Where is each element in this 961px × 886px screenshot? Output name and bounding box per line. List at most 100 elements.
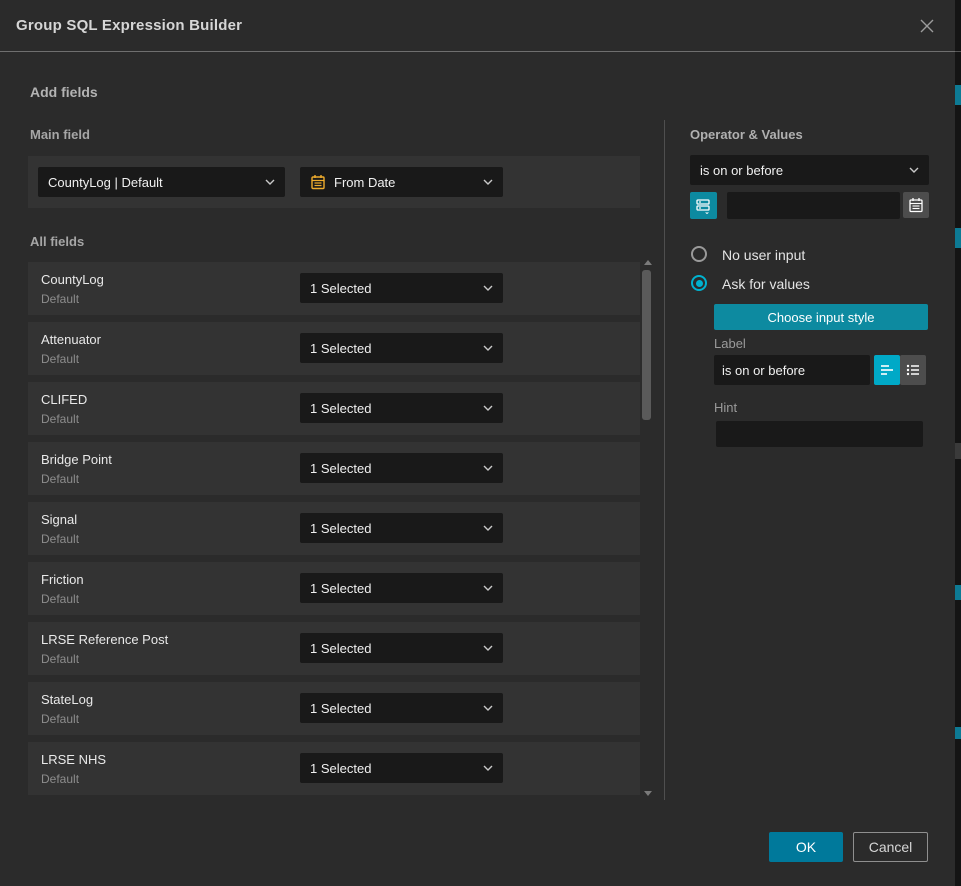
field-source: Default: [41, 472, 79, 486]
dialog-title: Group SQL Expression Builder: [16, 17, 242, 34]
field-source: Default: [41, 532, 79, 546]
background-app-edge: [955, 0, 961, 886]
label-input[interactable]: [714, 355, 870, 385]
field-source: Default: [41, 412, 79, 426]
close-icon: [919, 18, 935, 34]
operator-values-heading: Operator & Values: [690, 127, 803, 142]
main-field-layer-select[interactable]: CountyLog | Default: [38, 167, 285, 197]
cancel-button[interactable]: Cancel: [853, 832, 928, 862]
chevron-down-icon: [483, 765, 493, 771]
scrollbar-thumb[interactable]: [642, 270, 651, 420]
operator-select-value: is on or before: [700, 163, 909, 178]
chevron-down-icon: [483, 705, 493, 711]
field-name: Attenuator: [41, 332, 101, 347]
field-row: LRSE NHS Default 1 Selected: [28, 742, 640, 795]
scrollbar-down-arrow[interactable]: [644, 791, 652, 796]
field-source: Default: [41, 712, 79, 726]
field-source: Default: [41, 772, 79, 786]
main-field-field-select-value: From Date: [334, 175, 483, 190]
chevron-down-icon: [483, 525, 493, 531]
field-row: CLIFED Default 1 Selected: [28, 382, 640, 435]
value-source-button[interactable]: [690, 192, 717, 219]
field-selected-value: 1 Selected: [310, 281, 483, 296]
field-selected-value: 1 Selected: [310, 461, 483, 476]
all-fields-list: CountyLog Default 1 Selected Attenuator …: [28, 262, 640, 802]
chevron-down-icon: [483, 179, 493, 185]
chevron-down-icon: [483, 285, 493, 291]
chevron-down-icon: [265, 179, 275, 185]
field-name: LRSE NHS: [41, 752, 106, 767]
field-selected-value: 1 Selected: [310, 581, 483, 596]
field-selected-dropdown[interactable]: 1 Selected: [300, 573, 503, 603]
field-name: CountyLog: [41, 272, 104, 287]
field-row: LRSE Reference Post Default 1 Selected: [28, 622, 640, 675]
field-selected-value: 1 Selected: [310, 401, 483, 416]
chevron-down-icon: [483, 345, 493, 351]
all-fields-heading: All fields: [30, 234, 84, 249]
field-selected-dropdown[interactable]: 1 Selected: [300, 453, 503, 483]
align-left-icon: [879, 362, 895, 378]
field-row: Bridge Point Default 1 Selected: [28, 442, 640, 495]
field-name: LRSE Reference Post: [41, 632, 168, 647]
main-field-field-select[interactable]: From Date: [300, 167, 503, 197]
field-source: Default: [41, 652, 79, 666]
panel-divider: [664, 120, 665, 800]
field-selected-value: 1 Selected: [310, 341, 483, 356]
calendar-icon: [908, 197, 924, 213]
no-user-input-label[interactable]: No user input: [722, 247, 805, 263]
field-source: Default: [41, 352, 79, 366]
field-name: Bridge Point: [41, 452, 112, 467]
close-button[interactable]: [915, 14, 939, 38]
field-name: Signal: [41, 512, 77, 527]
field-row: Friction Default 1 Selected: [28, 562, 640, 615]
field-row: CountyLog Default 1 Selected: [28, 262, 640, 315]
field-selected-dropdown[interactable]: 1 Selected: [300, 753, 503, 783]
align-left-style-button[interactable]: [874, 355, 900, 385]
field-selected-dropdown[interactable]: 1 Selected: [300, 393, 503, 423]
value-date-input[interactable]: [727, 192, 900, 219]
field-name: StateLog: [41, 692, 93, 707]
ok-button[interactable]: OK: [769, 832, 843, 862]
operator-select[interactable]: is on or before: [690, 155, 929, 185]
chevron-down-icon: [483, 645, 493, 651]
list-style-button[interactable]: [900, 355, 926, 385]
main-field-layer-select-value: CountyLog | Default: [48, 175, 265, 190]
no-user-input-radio[interactable]: [691, 246, 707, 262]
chevron-down-icon: [483, 405, 493, 411]
field-selected-dropdown[interactable]: 1 Selected: [300, 333, 503, 363]
field-source: Default: [41, 292, 79, 306]
date-picker-button[interactable]: [903, 192, 929, 218]
field-selected-dropdown[interactable]: 1 Selected: [300, 693, 503, 723]
field-selected-value: 1 Selected: [310, 761, 483, 776]
field-name: Friction: [41, 572, 84, 587]
hint-input[interactable]: [716, 421, 923, 447]
choose-input-style-button[interactable]: Choose input style: [714, 304, 928, 330]
main-field-panel: CountyLog | Default From Date: [28, 156, 640, 208]
field-row: StateLog Default 1 Selected: [28, 682, 640, 735]
add-fields-heading: Add fields: [30, 84, 98, 100]
label-label: Label: [714, 336, 746, 351]
hint-label: Hint: [714, 400, 737, 415]
field-selected-value: 1 Selected: [310, 701, 483, 716]
field-selected-dropdown[interactable]: 1 Selected: [300, 273, 503, 303]
chevron-down-icon: [909, 167, 919, 173]
dialog-titlebar: Group SQL Expression Builder: [0, 0, 955, 52]
calendar-icon: [310, 174, 326, 190]
field-selected-dropdown[interactable]: 1 Selected: [300, 633, 503, 663]
bulleted-list-icon: [905, 362, 921, 378]
field-name: CLIFED: [41, 392, 87, 407]
main-field-heading: Main field: [30, 127, 90, 142]
ask-for-values-radio[interactable]: [691, 275, 707, 291]
field-selected-value: 1 Selected: [310, 521, 483, 536]
scrollbar-up-arrow[interactable]: [644, 260, 652, 265]
ask-for-values-label[interactable]: Ask for values: [722, 276, 810, 292]
chevron-down-icon: [483, 585, 493, 591]
stacked-values-icon: [695, 197, 712, 214]
field-row: Signal Default 1 Selected: [28, 502, 640, 555]
field-selected-value: 1 Selected: [310, 641, 483, 656]
field-source: Default: [41, 592, 79, 606]
field-selected-dropdown[interactable]: 1 Selected: [300, 513, 503, 543]
group-sql-expression-builder-dialog: Group SQL Expression Builder Add fields …: [0, 0, 955, 886]
field-row: Attenuator Default 1 Selected: [28, 322, 640, 375]
chevron-down-icon: [483, 465, 493, 471]
